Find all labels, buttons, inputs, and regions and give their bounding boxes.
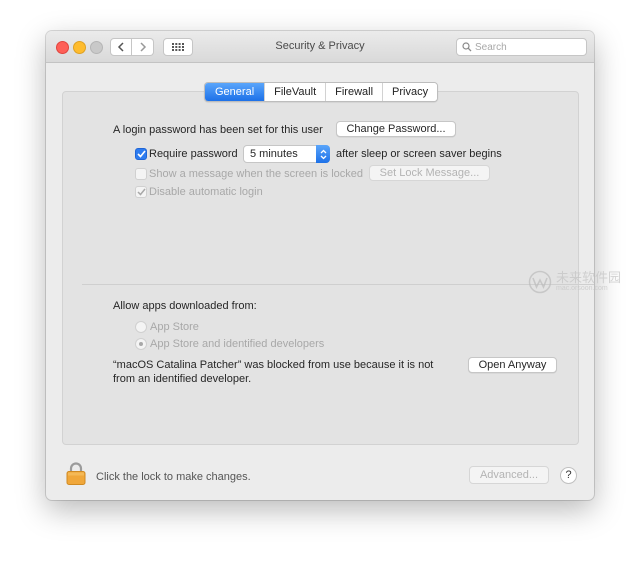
require-password-checkbox[interactable] <box>135 148 147 160</box>
require-password-suffix: after sleep or screen saver begins <box>336 148 502 160</box>
lock-button[interactable] <box>66 462 86 488</box>
tab-general[interactable]: General <box>205 83 265 101</box>
blocked-message-line2: from an identified developer. <box>113 373 252 385</box>
radio-app-store-identified-label: App Store and identified developers <box>150 338 325 350</box>
radio-app-store[interactable] <box>135 321 147 333</box>
title-bar[interactable]: Security & Privacy <box>46 31 594 63</box>
popup-arrows-icon <box>316 145 330 163</box>
help-button[interactable]: ? <box>560 467 577 484</box>
checkmark-icon <box>136 150 146 158</box>
watermark: 未来软件园 mac.orsoon.com <box>528 266 638 298</box>
open-anyway-button[interactable]: Open Anyway <box>468 357 557 373</box>
tab-firewall[interactable]: Firewall <box>325 83 383 101</box>
blocked-message-line1: “macOS Catalina Patcher” was blocked fro… <box>113 359 434 371</box>
tab-privacy[interactable]: Privacy <box>382 83 438 101</box>
lock-hint-text: Click the lock to make changes. <box>96 471 251 483</box>
radio-app-store-identified[interactable] <box>135 338 147 350</box>
checkmark-icon <box>136 188 146 196</box>
search-input[interactable] <box>475 40 580 54</box>
require-password-label: Require password <box>149 148 238 160</box>
require-interval-value: 5 minutes <box>250 148 298 160</box>
set-lock-message-button[interactable]: Set Lock Message... <box>369 165 490 181</box>
show-message-checkbox[interactable] <box>135 168 147 180</box>
disable-auto-login-label: Disable automatic login <box>149 186 263 198</box>
search-field[interactable] <box>456 38 587 56</box>
advanced-button[interactable]: Advanced... <box>469 466 549 484</box>
lock-icon <box>66 462 86 485</box>
require-interval-popup[interactable]: 5 minutes <box>243 145 330 163</box>
section-divider <box>82 284 594 285</box>
watermark-logo-icon <box>528 270 552 294</box>
watermark-text: 未来软件园 <box>556 271 622 286</box>
allow-apps-heading: Allow apps downloaded from: <box>113 300 257 312</box>
disable-auto-login-checkbox[interactable] <box>135 186 147 198</box>
radio-selected-dot <box>139 342 143 346</box>
show-message-label: Show a message when the screen is locked <box>149 168 364 180</box>
radio-app-store-label: App Store <box>150 321 199 333</box>
watermark-subtext: mac.orsoon.com <box>556 285 608 292</box>
login-password-text: A login password has been set for this u… <box>113 124 323 136</box>
search-icon <box>462 42 472 52</box>
change-password-button[interactable]: Change Password... <box>336 121 456 137</box>
tab-filevault[interactable]: FileVault <box>264 83 326 101</box>
tab-bar: General FileVault Firewall Privacy <box>204 82 439 102</box>
